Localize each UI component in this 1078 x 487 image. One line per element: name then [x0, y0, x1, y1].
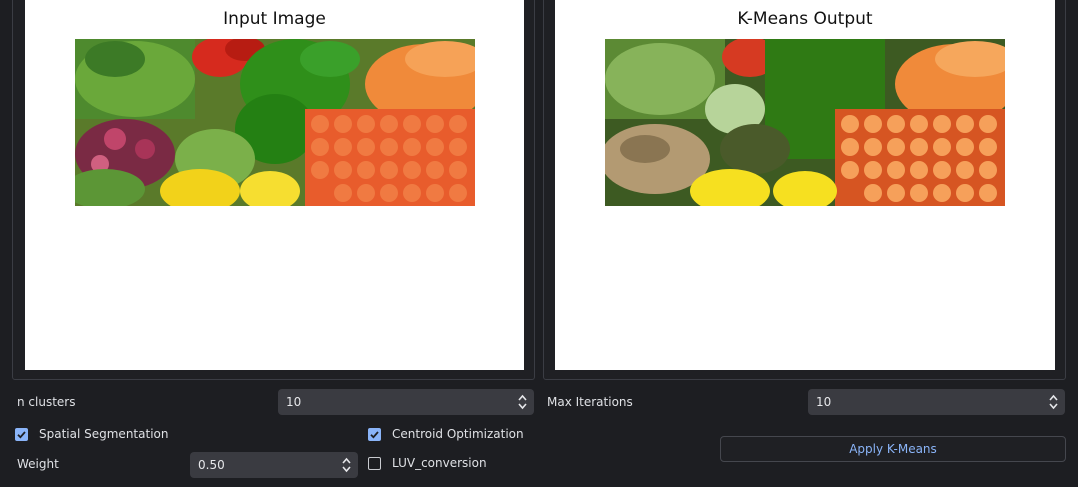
input-image: [75, 39, 475, 206]
input-image-title: Input Image: [223, 9, 326, 29]
weight-label: Weight: [17, 457, 59, 471]
spatial-segmentation-checkbox[interactable]: [15, 428, 28, 441]
spatial-segmentation-label[interactable]: Spatial Segmentation: [39, 427, 168, 441]
output-canvas: K-Means Output: [555, 0, 1055, 370]
n-clusters-label: n clusters: [17, 395, 76, 409]
weight-value: 0.50: [198, 458, 225, 472]
n-clusters-value: 10: [286, 395, 302, 409]
input-canvas: Input Image: [25, 0, 524, 370]
input-panel: Input Image: [12, 0, 535, 380]
max-iterations-spinbox[interactable]: 10: [808, 389, 1065, 415]
max-iterations-value: 10: [816, 395, 832, 409]
max-iterations-label: Max Iterations: [547, 395, 633, 409]
output-panel: K-Means Output: [543, 0, 1066, 380]
luv-conversion-checkbox[interactable]: [368, 457, 381, 470]
checkmark-icon: [370, 431, 379, 439]
spin-arrows-icon[interactable]: [518, 393, 527, 411]
apply-kmeans-button[interactable]: Apply K-Means: [720, 436, 1066, 462]
weight-spinbox[interactable]: 0.50: [190, 452, 358, 478]
output-image-title: K-Means Output: [737, 9, 873, 29]
n-clusters-spinbox[interactable]: 10: [278, 389, 534, 415]
checkmark-icon: [17, 431, 26, 439]
output-image: [605, 39, 1005, 206]
spin-arrows-icon[interactable]: [342, 456, 351, 474]
luv-conversion-label[interactable]: LUV_conversion: [392, 456, 487, 470]
centroid-optimization-label[interactable]: Centroid Optimization: [392, 427, 524, 441]
spin-arrows-icon[interactable]: [1049, 393, 1058, 411]
centroid-optimization-checkbox[interactable]: [368, 428, 381, 441]
